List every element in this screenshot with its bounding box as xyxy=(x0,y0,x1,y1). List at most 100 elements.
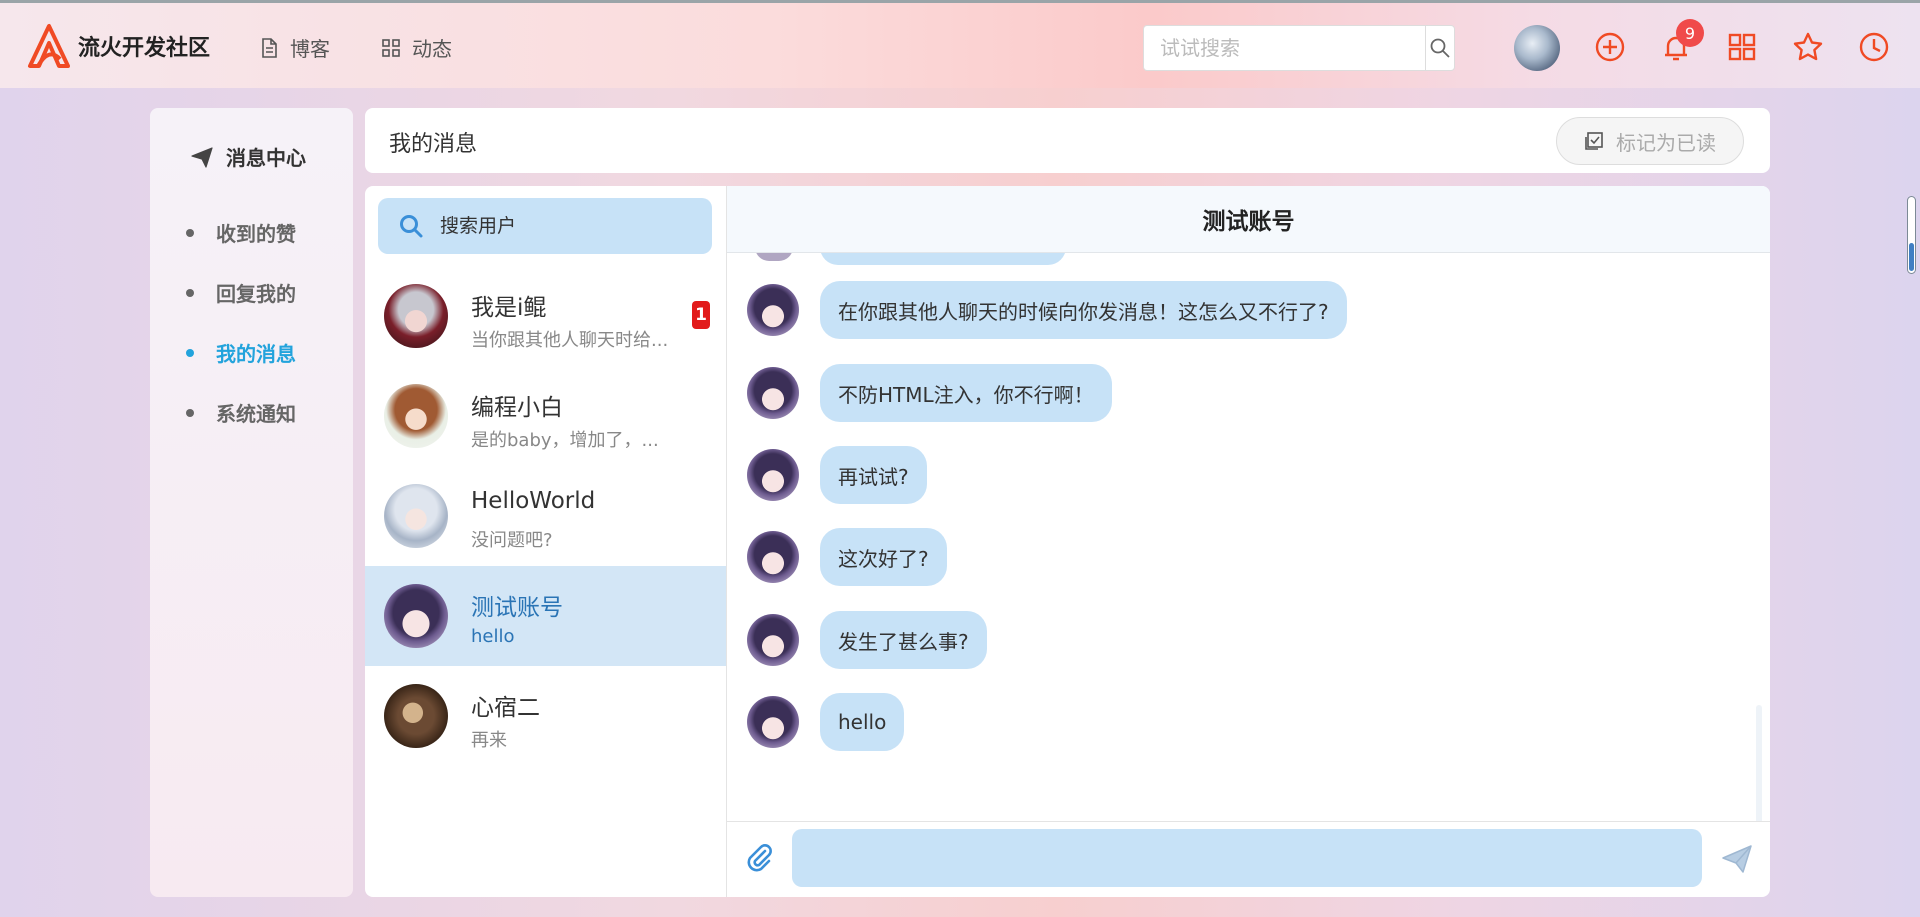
avatar xyxy=(747,284,799,336)
message-bubble: 不防HTML注入，你不行啊！ xyxy=(820,364,1112,422)
grid-icon xyxy=(382,38,400,57)
top-navbar: 流火开发社区 博客 动态 9 xyxy=(0,0,1920,88)
message-bubble-clipped xyxy=(820,253,1066,265)
avatar xyxy=(747,367,799,419)
brand-name: 流火开发社区 xyxy=(78,36,211,61)
nav-feed-label: 动态 xyxy=(412,37,452,61)
message-item: 这次好了? xyxy=(747,528,947,586)
message-list[interactable]: 在你跟其他人聊天的时候向你发消息！这怎么又不行了? 不防HTML注入，你不行啊！… xyxy=(727,253,1770,821)
contact-name: 心宿二 xyxy=(471,695,540,721)
sidebar-item-label: 收到的赞 xyxy=(216,222,296,246)
sidebar-item-likes[interactable]: 收到的赞 xyxy=(186,218,296,247)
contact-preview: 再来 xyxy=(471,730,507,751)
message-center-sidebar: 消息中心 收到的赞 回复我的 我的消息 系统通知 xyxy=(150,108,353,897)
nav-feed[interactable]: 动态 xyxy=(380,33,452,62)
avatar xyxy=(755,253,793,261)
apps-grid-icon xyxy=(1728,33,1756,61)
contact-preview: hello xyxy=(471,626,515,647)
mark-as-read-button[interactable]: 标记为已读 xyxy=(1556,117,1744,165)
message-bubble: 发生了甚么事? xyxy=(820,611,987,669)
sidebar-item-replies[interactable]: 回复我的 xyxy=(186,278,296,307)
site-search-input[interactable] xyxy=(1144,26,1425,70)
contacts-panel: 我是i鲲 当你跟其他人聊天时给... 1 编程小白 是的baby，增加了，...… xyxy=(365,186,726,897)
contact-preview: 没问题吧? xyxy=(471,530,553,551)
nav-blog[interactable]: 博客 xyxy=(258,33,330,62)
contact-name: 测试账号 xyxy=(471,595,563,621)
messages-header: 我的消息 标记为已读 xyxy=(365,108,1770,173)
site-search xyxy=(1143,25,1455,71)
contact-item[interactable]: 我是i鲲 当你跟其他人聊天时给... 1 xyxy=(365,266,726,366)
bullet-icon xyxy=(186,228,194,237)
message-item: 不防HTML注入，你不行啊！ xyxy=(747,364,1112,422)
user-search-input[interactable] xyxy=(438,214,712,238)
page-title: 我的消息 xyxy=(389,132,478,157)
mark-as-read-label: 标记为已读 xyxy=(1616,130,1716,155)
checkbox-icon xyxy=(1585,132,1603,150)
avatar xyxy=(384,284,448,348)
sidebar-title: 消息中心 xyxy=(190,142,306,171)
avatar xyxy=(747,696,799,748)
bullet-icon xyxy=(186,348,194,357)
history-button[interactable] xyxy=(1856,29,1892,65)
sidebar-item-label: 系统通知 xyxy=(216,402,296,426)
search-icon xyxy=(1430,38,1450,58)
star-icon xyxy=(1793,32,1823,61)
message-bubble: 再试试? xyxy=(820,446,927,504)
sidebar-item-my-messages[interactable]: 我的消息 xyxy=(186,338,296,367)
avatar xyxy=(747,449,799,501)
document-icon xyxy=(262,37,277,58)
contact-name: 我是i鲲 xyxy=(471,295,547,321)
contact-item[interactable]: HelloWorld 没问题吧? xyxy=(365,466,726,566)
search-icon xyxy=(400,215,423,238)
contact-name: 编程小白 xyxy=(471,395,563,421)
plus-circle-icon xyxy=(1595,32,1625,62)
message-bubble: 这次好了? xyxy=(820,528,947,586)
avatar xyxy=(384,684,448,748)
avatar xyxy=(384,384,448,448)
avatar xyxy=(747,614,799,666)
unread-badge: 1 xyxy=(692,301,710,329)
sidebar-title-text: 消息中心 xyxy=(226,146,306,170)
brand[interactable]: 流火开发社区 xyxy=(26,23,210,69)
contact-item[interactable]: 编程小白 是的baby，增加了，... xyxy=(365,366,726,466)
bullet-icon xyxy=(186,408,194,417)
notification-badge: 9 xyxy=(1676,19,1704,47)
send-button[interactable] xyxy=(1720,842,1754,880)
paper-plane-icon xyxy=(191,146,213,168)
chat-title: 测试账号 xyxy=(727,186,1770,253)
user-search xyxy=(378,198,712,254)
favorites-button[interactable] xyxy=(1790,29,1826,65)
message-item: 再试试? xyxy=(747,446,927,504)
create-button[interactable] xyxy=(1592,29,1628,65)
user-avatar[interactable] xyxy=(1514,25,1560,71)
chat-scrollbar[interactable] xyxy=(1756,705,1762,821)
bullet-icon xyxy=(186,288,194,297)
message-bubble: 在你跟其他人聊天的时候向你发消息！这怎么又不行了? xyxy=(820,281,1347,339)
message-item: hello xyxy=(747,693,905,751)
contact-item[interactable]: 心宿二 再来 xyxy=(365,666,726,766)
clock-icon xyxy=(1859,32,1889,62)
contact-item-active[interactable]: 测试账号 hello xyxy=(365,566,726,666)
avatar xyxy=(384,484,448,548)
sidebar-item-label: 回复我的 xyxy=(216,282,296,306)
contact-preview: 当你跟其他人聊天时给... xyxy=(471,330,669,351)
chat-panel: 测试账号 在你跟其他人聊天的时候向你发消息！这怎么又不行了? 不防HTML注入，… xyxy=(726,186,1770,897)
contact-name: HelloWorld xyxy=(471,488,596,514)
message-input[interactable] xyxy=(792,829,1702,887)
paperclip-icon xyxy=(747,844,772,872)
contact-preview: 是的baby，增加了，... xyxy=(471,430,659,451)
nav-blog-label: 博客 xyxy=(290,37,330,61)
message-bubble: hello xyxy=(820,693,905,751)
message-item: 在你跟其他人聊天的时候向你发消息！这怎么又不行了? xyxy=(747,281,1347,339)
send-icon xyxy=(1722,845,1752,873)
sidebar-item-label: 我的消息 xyxy=(216,342,296,366)
avatar xyxy=(384,584,448,648)
apps-button[interactable] xyxy=(1724,29,1760,65)
message-item: 发生了甚么事? xyxy=(747,611,987,669)
composer xyxy=(727,821,1770,897)
attach-button[interactable] xyxy=(743,842,775,878)
sidebar-item-system-notices[interactable]: 系统通知 xyxy=(186,398,296,427)
search-button[interactable] xyxy=(1425,26,1454,70)
avatar xyxy=(747,531,799,583)
page-scrollbar-thumb[interactable] xyxy=(1909,243,1914,271)
